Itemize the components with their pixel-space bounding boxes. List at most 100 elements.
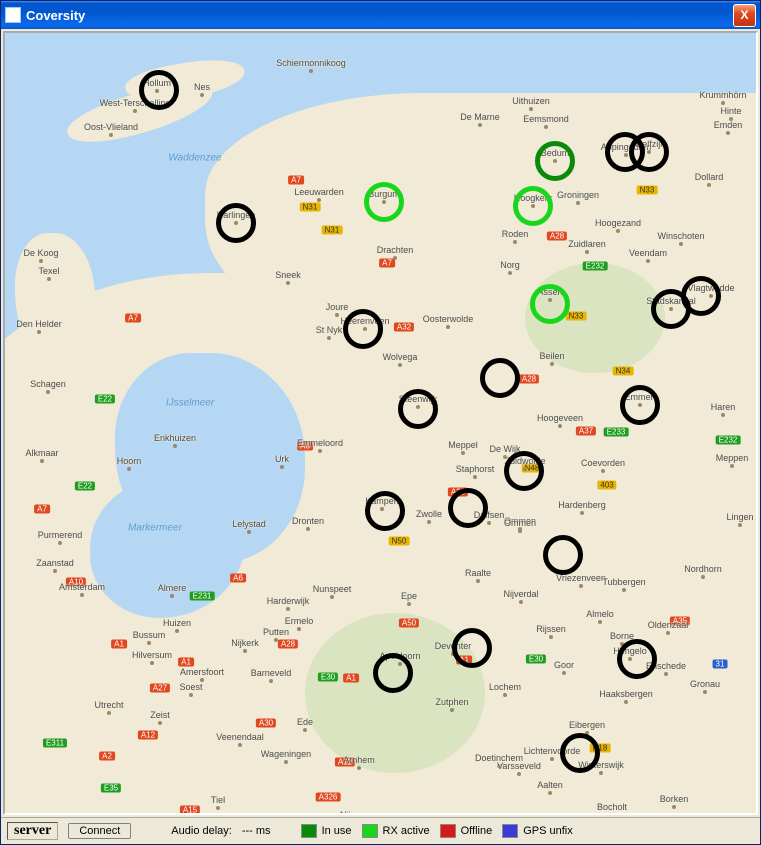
legend-inuse-label: In use [322,825,352,837]
app-window: Coversity X WaddenzeeIJsselmeerMarkermee… [0,0,761,845]
highway-shield: E22 [75,482,95,491]
station-marker[interactable] [364,182,404,222]
city-dot [39,259,43,263]
station-marker[interactable] [365,491,405,531]
audio-delay-label: Audio delay: [171,825,232,837]
city-dot [284,760,288,764]
city-dot [601,469,605,473]
city-dot [518,529,522,533]
station-marker[interactable] [398,389,438,429]
city-dot [297,627,301,631]
station-marker[interactable] [535,141,575,181]
city-dot [393,256,397,260]
city-dot [200,678,204,682]
highway-shield: N34 [613,367,634,376]
city-dot [318,449,322,453]
station-marker[interactable] [620,385,660,425]
station-marker[interactable] [504,451,544,491]
city-dot [497,764,501,768]
station-marker[interactable] [513,186,553,226]
city-dot [616,229,620,233]
city-dot [508,271,512,275]
city-dot [427,520,431,524]
city-dot [599,771,603,775]
server-label: server [7,822,58,840]
city-dot [672,805,676,809]
highway-shield: E232 [716,436,741,445]
city-dot [624,700,628,704]
city-dot [580,511,584,515]
city-dot [666,631,670,635]
city-dot [243,649,247,653]
station-marker[interactable] [448,488,488,528]
city-dot [721,101,725,105]
city-dot [703,690,707,694]
highway-shield: A12 [138,731,158,740]
station-marker[interactable] [543,535,583,575]
highway-shield: A12 [335,758,355,767]
city-dot [40,459,44,463]
city-dot [548,791,552,795]
city-dot [550,757,554,761]
city-dot [317,198,321,202]
station-marker[interactable] [530,284,570,324]
city-dot [598,620,602,624]
city-dot [517,772,521,776]
highway-shield: A1 [178,658,194,667]
legend-offline: Offline [440,824,493,838]
city-dot [286,281,290,285]
city-dot [269,679,273,683]
station-marker[interactable] [560,733,600,773]
city-dot [158,721,162,725]
highway-shield: A27 [150,684,170,693]
city-dot [738,523,742,527]
city-dot [730,464,734,468]
station-marker[interactable] [343,309,383,349]
city-dot [446,325,450,329]
city-dot [147,641,151,645]
city-dot [558,424,562,428]
city-dot [247,530,251,534]
swatch-offline-icon [440,824,456,838]
highway-shield: A10 [66,578,86,587]
station-marker[interactable] [452,628,492,668]
map-canvas[interactable]: WaddenzeeIJsselmeerMarkermeer A7A7N31N31… [3,31,758,815]
highway-shield: E35 [101,784,121,793]
city-dot [579,584,583,588]
station-marker[interactable] [651,289,691,329]
city-dot [622,588,626,592]
city-dot [189,693,193,697]
city-dot [127,467,131,471]
highway-shield: A6 [297,442,313,451]
city-dot [585,250,589,254]
city-dot [274,638,278,642]
station-marker[interactable] [480,358,520,398]
station-marker[interactable] [139,70,179,110]
city-dot [721,413,725,417]
city-dot [646,259,650,263]
highway-shield: A28 [547,232,567,241]
city-dot [150,661,154,665]
station-marker[interactable] [629,132,669,172]
city-dot [707,183,711,187]
station-marker[interactable] [216,203,256,243]
city-dot [133,109,137,113]
city-dot [726,131,730,135]
station-marker[interactable] [617,639,657,679]
station-marker[interactable] [373,653,413,693]
highway-shield: A15 [180,806,200,815]
close-button[interactable]: X [733,4,756,27]
city-dot [461,451,465,455]
highway-shield: E311 [43,739,67,748]
city-dot [46,390,50,394]
titlebar[interactable]: Coversity X [1,1,760,29]
city-dot [286,607,290,611]
city-dot [701,575,705,579]
legend-rx: RX active [362,824,430,838]
window-title: Coversity [26,8,733,23]
city-dot [357,766,361,770]
legend-offline-label: Offline [461,825,493,837]
city-dot [238,743,242,747]
city-dot [107,711,111,715]
connect-button[interactable]: Connect [68,823,131,839]
